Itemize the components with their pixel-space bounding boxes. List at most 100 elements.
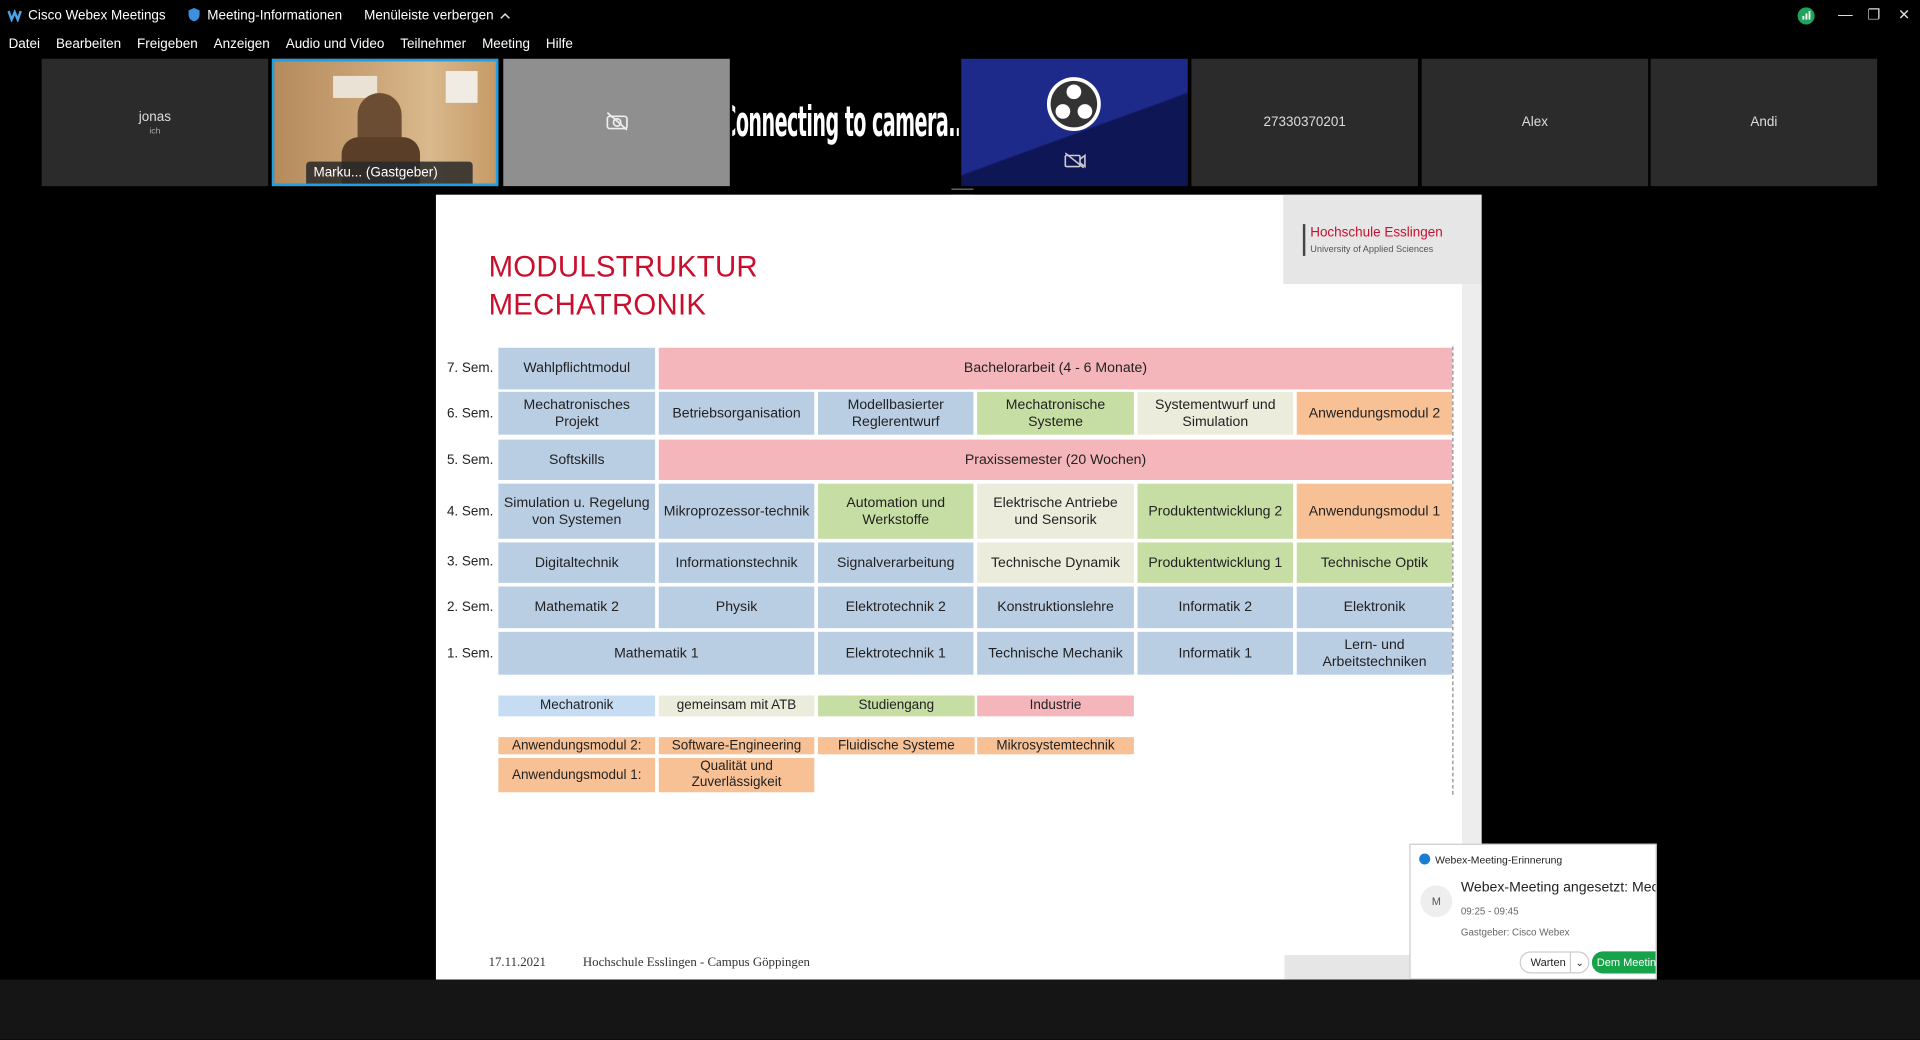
wall-frame — [445, 71, 478, 103]
semester-label: 5. Sem. — [446, 453, 494, 468]
reminder-subject: Webex-Meeting angesetzt: Mec — [1460, 880, 1657, 896]
slide-title-line2: MECHATRONIK — [488, 288, 707, 323]
module-cell: Digitaltechnik — [498, 542, 656, 583]
module-cell: Elektrotechnik 2 — [817, 586, 974, 629]
module-cell: Betriebsorganisation — [658, 391, 815, 435]
module-cell: Informatik 2 — [1137, 586, 1294, 629]
module-cell: Automation und Werkstoffe — [817, 483, 974, 539]
app-title: Cisco Webex Meetings — [7, 7, 166, 25]
menu-anzeigen[interactable]: Anzeigen — [214, 37, 270, 57]
webex-window: Cisco Webex Meetings Meeting-Information… — [0, 0, 1920, 1040]
chevron-down-icon[interactable]: ⌄ — [1569, 952, 1588, 973]
network-health-icon[interactable] — [1797, 7, 1815, 28]
anwendungsmodul-option: Qualität und Zuverlässigkeit — [658, 757, 815, 793]
module-cell: Modellbasierter Reglerentwurf — [817, 391, 974, 435]
module-cell: Technische Dynamik — [977, 542, 1134, 583]
semester-label: 4. Sem. — [446, 504, 494, 520]
meeting-reminder-toast[interactable]: Webex-Meeting-Erinnerung M Webex-Meeting… — [1409, 843, 1657, 980]
webex-icon — [1419, 853, 1431, 865]
module-cell: Mechatronisches Projekt — [498, 391, 656, 435]
title-bar: Cisco Webex Meetings Meeting-Information… — [0, 0, 1920, 32]
semester-label: 3. Sem. — [446, 554, 494, 570]
legend-atb: gemeinsam mit ATB — [658, 695, 815, 717]
module-cell: Informationstechnik — [658, 542, 815, 583]
module-cell: Lern- und Arbeitstechniken — [1296, 631, 1453, 675]
semester-label: 7. Sem. — [446, 361, 494, 376]
module-cell: Produktentwicklung 1 — [1137, 542, 1294, 583]
logo-bar — [1302, 224, 1306, 256]
module-cell: Wahlpflichtmodul — [498, 347, 656, 390]
menu-hilfe[interactable]: Hilfe — [546, 37, 573, 57]
dashed-guide — [1452, 346, 1454, 795]
participant-tile-camera-off[interactable] — [503, 58, 730, 187]
participant-tile-phone[interactable]: 27330370201 — [1191, 58, 1418, 187]
participant-tile-andi[interactable]: Andi — [1650, 58, 1878, 187]
module-cell: Bachelorarbeit (4 - 6 Monate) — [658, 347, 1453, 390]
anwendungsmodul-1-label: Anwendungsmodul 1: — [498, 757, 656, 793]
anwendungsmodul-option: Software-Engineering — [658, 737, 815, 755]
anwendungsmodul-option: Mikrosystemtechnik — [977, 737, 1134, 755]
module-cell: Mechatronische Systeme — [977, 391, 1134, 435]
legend-industrie: Industrie — [977, 695, 1134, 717]
participant-tile-jonas[interactable]: jonas ich — [41, 58, 269, 187]
module-cell: Technische Mechanik — [977, 631, 1134, 675]
participant-tile-connecting[interactable]: Connecting to camera... — [732, 58, 959, 187]
module-cell: Informatik 1 — [1137, 631, 1294, 675]
restore-icon[interactable]: ❐ — [1867, 6, 1880, 23]
bottom-control-area — [0, 979, 1920, 1040]
semester-label: 6. Sem. — [446, 406, 494, 422]
minimize-icon[interactable]: — — [1838, 6, 1853, 23]
participant-name-label: Marku... (Gastgeber) — [306, 161, 473, 184]
menu-bar: Datei Bearbeiten Freigeben Anzeigen Audi… — [0, 37, 580, 57]
module-cell: Technische Optik — [1296, 542, 1453, 583]
obs-logo-icon — [1044, 75, 1103, 137]
module-cell: Mathematik 2 — [498, 586, 656, 629]
webex-logo-icon — [7, 7, 22, 25]
semester-label: 2. Sem. — [446, 600, 494, 615]
module-cell: Systementwurf und Simulation — [1137, 391, 1294, 435]
snooze-button[interactable]: Warten ⌄ — [1519, 951, 1590, 974]
menu-datei[interactable]: Datei — [9, 37, 40, 57]
reminder-time: 09:25 - 09:45 — [1460, 906, 1519, 918]
module-cell: Praxissemester (20 Wochen) — [658, 439, 1453, 481]
menu-teilnehmer[interactable]: Teilnehmer — [400, 37, 466, 57]
module-cell: Mikroprozessor-technik — [658, 483, 815, 539]
module-cell: Elektronik — [1296, 586, 1453, 629]
university-logo: Hochschule Esslingen University of Appli… — [1283, 194, 1482, 285]
meeting-info-button[interactable]: Meeting-Informationen — [188, 7, 342, 25]
slide-footer-text: Hochschule Esslingen - Campus Göppingen — [582, 956, 810, 970]
shared-slide: Hochschule Esslingen University of Appli… — [435, 194, 1482, 980]
slide-footer-date: 17.11.2021 — [488, 956, 546, 970]
menu-meeting[interactable]: Meeting — [482, 37, 530, 57]
reminder-host: Gastgeber: Cisco Webex — [1460, 926, 1570, 938]
module-cell: Produktentwicklung 2 — [1137, 483, 1294, 539]
module-cell: Anwendungsmodul 2 — [1296, 391, 1453, 435]
participant-tile-obs[interactable] — [961, 58, 1188, 187]
module-cell: Anwendungsmodul 1 — [1296, 483, 1453, 539]
module-cell: Konstruktionslehre — [977, 586, 1134, 629]
participant-tile-host[interactable]: Marku... (Gastgeber) — [271, 58, 499, 187]
module-cell: Physik — [658, 586, 815, 629]
legend-studiengang: Studiengang — [817, 695, 975, 717]
camera-off-icon — [604, 111, 628, 134]
module-cell: Elektrische Antriebe und Sensorik — [977, 483, 1134, 539]
semester-label: 1. Sem. — [446, 646, 494, 662]
avatar: M — [1420, 885, 1453, 918]
menu-audio-video[interactable]: Audio und Video — [286, 37, 385, 57]
hide-menu-button[interactable]: Menüleiste verbergen — [364, 9, 511, 24]
join-meeting-button[interactable]: Dem Meeting — [1591, 951, 1656, 974]
chevron-up-icon — [500, 9, 511, 24]
slide-title-line1: MODULSTRUKTUR — [488, 251, 758, 285]
module-cell: Signalverarbeitung — [817, 542, 974, 583]
menu-freigeben[interactable]: Freigeben — [137, 37, 198, 57]
close-icon[interactable]: ✕ — [1898, 6, 1910, 23]
video-off-icon — [1064, 152, 1086, 173]
slide-corner — [1284, 955, 1414, 980]
legend-mechatronik: Mechatronik — [498, 695, 656, 717]
anwendungsmodul-option: Fluidische Systeme — [817, 737, 975, 755]
module-cell: Mathematik 1 — [498, 631, 815, 675]
module-cell: Softskills — [498, 439, 656, 481]
menu-bearbeiten[interactable]: Bearbeiten — [56, 37, 121, 57]
participant-tile-alex[interactable]: Alex — [1421, 58, 1649, 187]
module-cell: Elektrotechnik 1 — [817, 631, 974, 675]
